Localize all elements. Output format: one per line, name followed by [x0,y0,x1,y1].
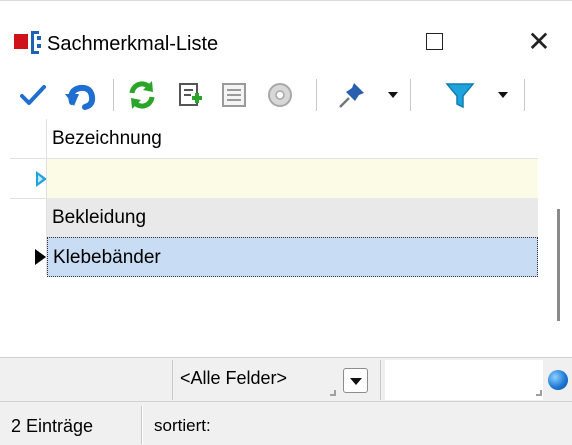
chevron-down-icon [388,92,398,98]
globe-icon[interactable] [548,370,568,390]
filter-bar: <Alle Felder> [0,357,572,401]
table-row[interactable]: Bekleidung [0,198,548,238]
details-button[interactable] [214,73,254,117]
close-button[interactable]: ✕ [516,23,562,59]
table-cell[interactable]: Bekleidung [47,198,538,238]
filter-bar-separator [172,360,173,400]
table-row[interactable]: Klebebänder [0,237,548,277]
disc-icon [268,83,292,107]
refresh-button[interactable] [122,73,162,117]
table-cell[interactable]: Klebebänder [47,237,538,277]
row-indicator [10,198,46,238]
data-grid: Bezeichnung Bekleidung Klebebänder [0,119,548,355]
resize-grip-icon [536,390,542,396]
maximize-icon [425,32,443,50]
title-bar: Sachmerkmal-Liste ✕ [0,1,572,59]
toolbar-separator [410,79,412,111]
pin-button[interactable] [332,73,372,117]
pin-dropdown-button[interactable] [384,73,402,117]
close-icon: ✕ [527,25,551,57]
status-bar: 2 Einträge sortiert: [0,401,572,445]
entry-count: 2 Einträge [11,416,94,436]
filter-icon [445,83,475,109]
toolbar [0,73,572,121]
chevron-down-icon [349,378,362,385]
filter-button[interactable] [440,73,480,117]
field-select-dropdown-button[interactable] [343,368,368,393]
status-separator [141,406,143,444]
window-title: Sachmerkmal-Liste [47,33,219,55]
sachmerkmal-list-window: Sachmerkmal-Liste ✕ Bezeichnung Bekleidu… [0,0,572,445]
scrollbar-thumb[interactable] [557,209,560,321]
new-row-cell[interactable] [47,159,538,199]
new-entry-button[interactable] [170,73,210,117]
indicator-column-divider [46,119,47,275]
app-icon [14,31,44,60]
column-header-row: Bezeichnung [0,119,548,159]
filter-bar-separator [380,360,381,400]
column-header-bezeichnung[interactable]: Bezeichnung [47,119,538,159]
undo-button[interactable] [60,73,100,117]
refresh-icon [129,81,155,109]
row-indicator [10,159,47,199]
chevron-down-icon [498,92,508,98]
row-indicator [10,237,46,277]
current-row-indicator-icon [35,249,46,265]
disc-button[interactable] [260,73,300,117]
sort-status: sortiert: [154,416,211,435]
search-input[interactable] [385,360,543,400]
undo-icon [65,84,96,110]
maximize-button[interactable] [411,23,457,59]
new-row[interactable] [0,159,548,199]
toolbar-separator [524,79,526,111]
filter-dropdown-button[interactable] [494,73,512,117]
confirm-check-icon [20,85,46,105]
field-select[interactable]: <Alle Felder> [180,368,287,389]
resize-grip-icon [330,390,336,396]
toolbar-separator [113,79,115,111]
toolbar-separator [316,79,318,111]
vertical-scrollbar[interactable] [548,119,572,357]
confirm-button[interactable] [18,73,48,117]
pin-icon [339,83,364,108]
row-indicator [10,119,46,159]
new-entry-icon [179,83,202,106]
details-list-icon [222,83,246,107]
